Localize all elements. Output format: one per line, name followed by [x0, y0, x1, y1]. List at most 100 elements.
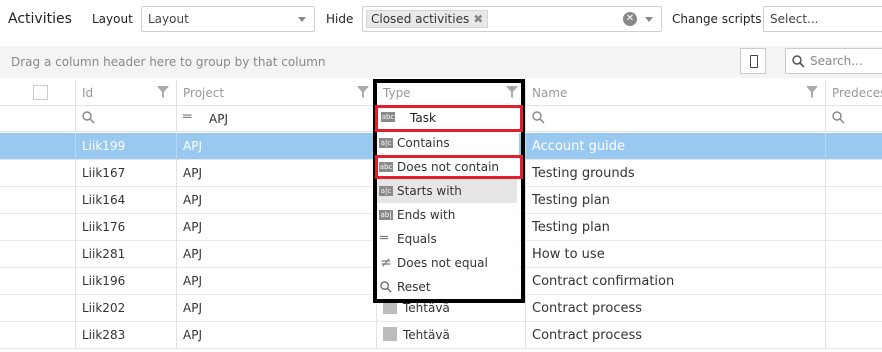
menu-item-does-not-equal[interactable]: ≠ Does not equal: [377, 251, 517, 275]
filter-cell-id[interactable]: [76, 106, 177, 132]
cell-id: Liik164: [76, 187, 177, 214]
cell-select: [0, 322, 76, 349]
layout-select[interactable]: Layout: [141, 6, 315, 32]
cell-project: APJ: [177, 187, 377, 214]
header-name[interactable]: Name: [526, 80, 826, 106]
search-input[interactable]: Search...: [785, 48, 882, 74]
cell-pred: [826, 295, 882, 322]
header-row: Id Project Type Name Predecess: [0, 80, 882, 106]
filter-funnel-icon[interactable]: [505, 85, 519, 99]
layout-label: Layout: [92, 12, 133, 26]
header-type-label: Type: [383, 86, 411, 100]
cell-id: Liik196: [76, 268, 177, 295]
cell-select: [0, 160, 76, 187]
filter-cell-predecessors[interactable]: [826, 106, 882, 132]
clear-icon[interactable]: ✕: [623, 12, 637, 26]
cell-name: Testing plan: [526, 187, 826, 214]
menu-item-does-not-contain-label: Does not contain: [397, 160, 500, 174]
filter-operation-menu: a|c Contains abc Does not contain a|c Start…: [377, 131, 519, 297]
cell-name: Contract confirmation: [526, 268, 826, 295]
hide-chip: Closed activities ✖: [366, 10, 489, 28]
search-icon: [532, 111, 545, 124]
cell-select: [0, 241, 76, 268]
search-icon: [832, 111, 845, 124]
toolbar: Activities Layout Layout Hide Closed act…: [0, 0, 882, 40]
header-project-label: Project: [183, 86, 225, 100]
menu-item-equals[interactable]: ═ Equals: [377, 227, 517, 251]
equals-icon: ═: [183, 109, 192, 125]
header-predecessors[interactable]: Predecess: [826, 80, 882, 106]
cell-project: APJ: [177, 241, 377, 268]
cell-id: Liik199: [76, 133, 177, 160]
table-row[interactable]: Liik283 APJ Tehtävä Contract process: [0, 322, 882, 349]
header-predecessors-label: Predecess: [832, 86, 882, 100]
text-filter-icon: abc: [381, 112, 395, 122]
cell-project: APJ: [177, 268, 377, 295]
cell-pred: [826, 268, 882, 295]
change-scripts-label: Change scripts: [672, 12, 762, 26]
type-filter-value: Task: [410, 111, 436, 125]
cell-select: [0, 295, 76, 322]
cell-name: How to use: [526, 241, 826, 268]
chevron-down-icon[interactable]: [645, 17, 653, 22]
cell-select: [0, 133, 76, 160]
cell-pred: [826, 214, 882, 241]
cell-type: Tehtävä: [377, 295, 526, 322]
menu-item-does-not-equal-label: Does not equal: [397, 256, 488, 270]
header-id[interactable]: Id: [76, 80, 177, 106]
page-title: Activities: [8, 11, 72, 27]
cell-name: Testing grounds: [526, 160, 826, 187]
group-panel[interactable]: Drag a column header here to group by th…: [0, 46, 882, 78]
cell-project: APJ: [177, 214, 377, 241]
cell-pred: [826, 241, 882, 268]
contains-icon: a|c: [379, 138, 393, 148]
group-panel-hint: Drag a column header here to group by th…: [11, 55, 326, 69]
menu-item-contains-label: Contains: [397, 136, 450, 150]
cell-pred: [826, 133, 882, 160]
menu-item-ends-with[interactable]: ab| Ends with: [377, 203, 517, 227]
menu-item-reset-label: Reset: [397, 280, 431, 294]
cell-project: APJ: [177, 160, 377, 187]
table-row[interactable]: Liik202 APJ Tehtävä Contract process: [0, 295, 882, 322]
menu-item-does-not-contain[interactable]: abc Does not contain: [377, 155, 517, 179]
type-filter-input[interactable]: abc Task: [377, 107, 522, 131]
cell-pred: [826, 322, 882, 349]
cell-id: Liik283: [76, 322, 177, 349]
cell-pred: [826, 160, 882, 187]
header-type[interactable]: Type: [377, 80, 526, 106]
filter-funnel-icon[interactable]: [156, 85, 170, 99]
does-not-contain-icon: abc: [379, 162, 393, 172]
cell-id: Liik281: [76, 241, 177, 268]
filter-cell-name[interactable]: [526, 106, 826, 132]
filter-funnel-icon[interactable]: [805, 85, 819, 99]
search-icon: [792, 55, 805, 68]
select-all-checkbox[interactable]: [33, 85, 48, 100]
cell-id: Liik176: [76, 214, 177, 241]
change-scripts-select[interactable]: Select...: [763, 6, 882, 32]
menu-item-contains[interactable]: a|c Contains: [377, 131, 517, 155]
ends-with-icon: ab|: [379, 210, 393, 220]
search-placeholder: Search...: [810, 54, 863, 68]
cell-name: Account guide: [526, 133, 826, 160]
hide-label: Hide: [326, 12, 354, 26]
chip-remove-icon[interactable]: ✖: [473, 12, 483, 26]
menu-item-equals-label: Equals: [397, 232, 437, 246]
chevron-down-icon: [298, 17, 306, 22]
cell-type-label: Tehtävä: [403, 328, 450, 342]
filter-cell-project[interactable]: ═ APJ: [177, 106, 377, 132]
hide-select[interactable]: Closed activities ✖ ✕: [362, 6, 662, 32]
hide-chip-label: Closed activities: [371, 12, 470, 26]
layout-select-value: Layout: [148, 12, 189, 26]
search-icon: [380, 281, 392, 293]
search-icon: [82, 111, 95, 124]
column-chooser-button[interactable]: [740, 48, 766, 74]
filter-funnel-icon[interactable]: [356, 85, 370, 99]
menu-item-reset[interactable]: Reset: [377, 275, 517, 299]
cell-type: Tehtävä: [377, 322, 526, 349]
equals-icon: ═: [380, 231, 388, 246]
cell-select: [0, 214, 76, 241]
starts-with-icon: a|c: [379, 186, 393, 196]
cell-project: APJ: [177, 322, 377, 349]
header-project[interactable]: Project: [177, 80, 377, 106]
menu-item-starts-with[interactable]: a|c Starts with: [377, 179, 517, 203]
